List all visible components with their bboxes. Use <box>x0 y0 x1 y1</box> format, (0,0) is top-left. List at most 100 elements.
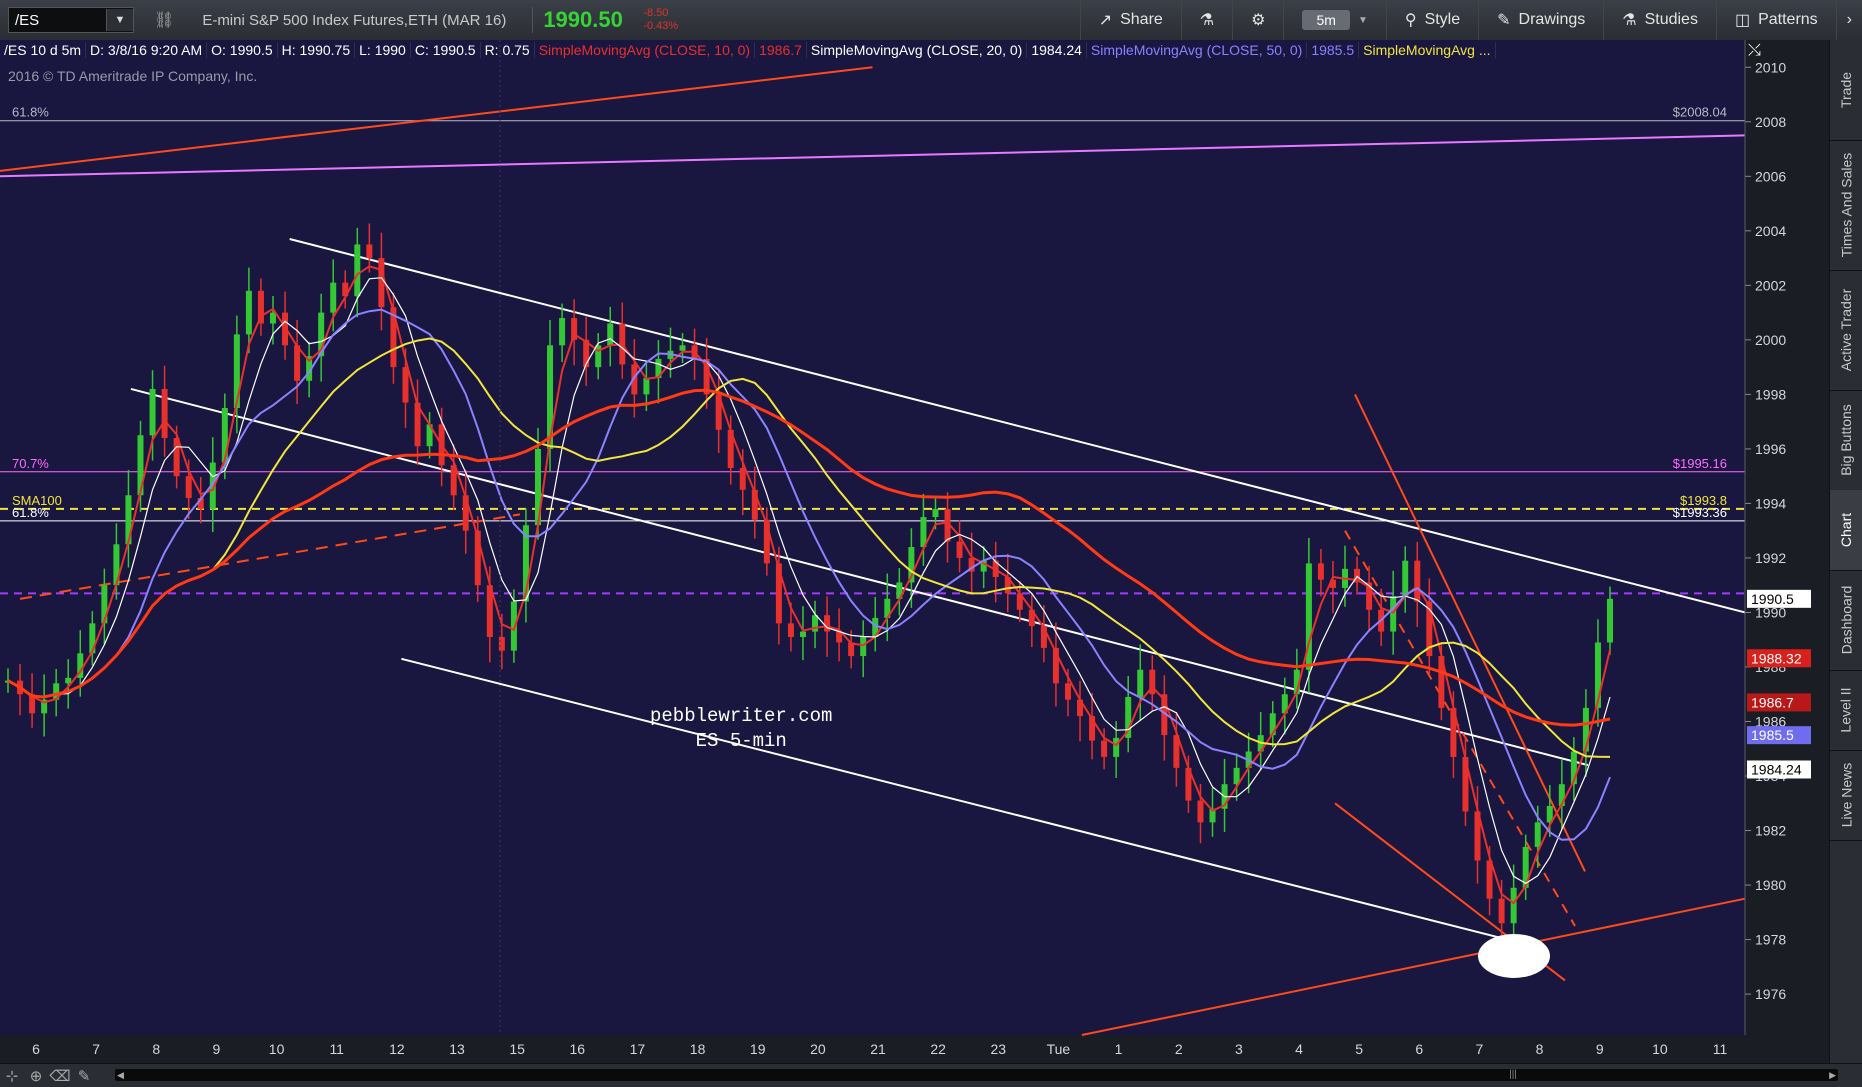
flask-icon: ⚗ <box>1199 12 1215 29</box>
level-left-label: 61.8% <box>12 105 49 120</box>
candle-body <box>294 345 301 381</box>
top-toolbar: /ES ▼ ⛓ E-mini S&P 500 Index Futures,ETH… <box>0 0 1862 41</box>
candle-body <box>1101 740 1108 757</box>
crosshair-icon[interactable]: ⤯ <box>1748 42 1761 60</box>
x-tick-label: 9 <box>1596 1041 1604 1057</box>
level-right-label: $2008.04 <box>1673 105 1727 120</box>
chevron-down-icon[interactable]: ▼ <box>106 9 133 31</box>
symbol-text[interactable]: /ES <box>9 12 106 29</box>
share-label: Share <box>1120 11 1163 28</box>
side-tab-label: Chart <box>1838 512 1855 548</box>
pencil-icon[interactable]: ✎ <box>72 1067 96 1085</box>
x-tick-label: 18 <box>690 1041 706 1057</box>
side-tab-label: Level II <box>1838 687 1855 733</box>
x-tick-label: 13 <box>449 1041 465 1057</box>
price-chart[interactable]: 61.8% $2008.0470.7% $1995.16SMA100 $1993.86… <box>0 40 1830 1063</box>
y-tick-label: 1978 <box>1755 932 1786 948</box>
zoom-icon[interactable]: ⊕ <box>24 1067 48 1085</box>
x-tick-label: 7 <box>92 1041 100 1057</box>
chart-area[interactable]: 61.8% $2008.04 70.7% $1995.16 SMA100 $1993.8 6… <box>0 40 1830 1063</box>
collapse-button[interactable]: › <box>1835 0 1862 40</box>
candle-body <box>330 282 337 313</box>
flask-button[interactable]: ⚗ <box>1180 0 1232 40</box>
y-tick-label: 2008 <box>1755 114 1786 130</box>
candle-body <box>1113 737 1120 757</box>
x-tick-label: 8 <box>152 1041 160 1057</box>
header-cell: 1985.5 <box>1307 42 1360 58</box>
side-tab-big-buttons[interactable]: Big Buttons <box>1830 390 1862 491</box>
price-label-text: 1990.5 <box>1751 591 1794 607</box>
header-cell: SimpleMovingAvg (CLOSE, 20, 0) <box>807 42 1028 58</box>
style-button[interactable]: ⚲ Style <box>1385 0 1478 40</box>
y-tick-label: 1976 <box>1755 986 1786 1002</box>
erase-icon[interactable]: ⌫ <box>48 1067 72 1085</box>
drawings-button[interactable]: ✎ Drawings <box>1478 0 1603 40</box>
chevron-down-icon: ▼ <box>1357 14 1368 26</box>
scroll-right-icon[interactable]: ▶ <box>1829 1069 1836 1081</box>
candle-body <box>1137 669 1144 697</box>
candle-body <box>1607 598 1613 643</box>
symbol-description: E-mini S&P 500 Index Futures,ETH (MAR 16… <box>202 11 507 29</box>
style-label: Style <box>1424 11 1461 28</box>
side-tab-chart[interactable]: Chart <box>1830 490 1862 571</box>
side-tab-live-news[interactable]: Live News <box>1830 750 1862 841</box>
symbol-selector[interactable]: /ES ▼ <box>8 7 134 33</box>
side-tab-times-and-sales[interactable]: Times And Sales <box>1830 140 1862 271</box>
x-tick-label: 11 <box>1713 1041 1728 1057</box>
drawing-tool-icon[interactable]: ⊹ <box>0 1067 24 1085</box>
timeframe-button[interactable]: 5m ▼ <box>1283 0 1385 40</box>
beaker-icon: ⚗ <box>1622 12 1637 29</box>
candle-body <box>378 258 385 308</box>
settings-button[interactable]: ⚙ <box>1232 0 1283 40</box>
candle-body <box>607 323 614 346</box>
side-tab-label: Live News <box>1838 762 1854 828</box>
side-tab-label: Dashboard <box>1838 585 1854 655</box>
side-tab-label: Trade <box>1838 71 1854 109</box>
x-tick-label: 2 <box>1175 1041 1183 1057</box>
candle-body <box>245 290 252 335</box>
chart-header: /ES 10 d 5m D: 3/8/16 9:20 AM O: 1990.5 H: … <box>0 40 1496 60</box>
link-icon[interactable]: ⛓ <box>154 10 174 30</box>
side-tab-dashboard[interactable]: Dashboard <box>1830 570 1862 671</box>
patterns-label: Patterns <box>1758 11 1818 28</box>
header-cell: D: 3/8/16 9:20 AM <box>86 42 208 58</box>
studies-label: Studies <box>1644 11 1698 28</box>
candle-body <box>679 345 686 351</box>
scroll-left-icon[interactable]: ◀ <box>117 1069 124 1081</box>
x-tick-label: 5 <box>1355 1041 1363 1057</box>
change-percent: -0.43% <box>643 20 679 32</box>
side-tab-level-ii[interactable]: Level II <box>1830 670 1862 751</box>
candle-body <box>932 508 939 518</box>
share-icon: ↗ <box>1098 12 1113 29</box>
chart-scrollbar[interactable]: ◀ ||| ▶ <box>115 1069 1838 1081</box>
level-right-label: $1993.36 <box>1673 505 1727 520</box>
price-label-text: 1986.7 <box>1751 694 1794 710</box>
scrollbar-thumb[interactable]: ||| <box>1505 1069 1521 1081</box>
y-tick-label: 1992 <box>1755 550 1786 566</box>
header-cell: L: 1990 <box>355 42 411 58</box>
side-tab-trade[interactable]: Trade <box>1830 40 1862 141</box>
side-tab-active-trader[interactable]: Active Trader <box>1830 270 1862 391</box>
x-tick-label: 10 <box>269 1041 285 1057</box>
x-tick-label: 17 <box>630 1041 646 1057</box>
y-tick-label: 1982 <box>1755 823 1786 839</box>
y-tick-label: 1996 <box>1755 441 1786 457</box>
side-tab-label: Times And Sales <box>1838 152 1854 258</box>
last-price: 1990.50 <box>532 7 635 33</box>
watermark: pebblewriter.com ES 5-min <box>650 704 832 754</box>
level-left-label: 61.8% <box>12 505 49 520</box>
x-tick-label: 12 <box>389 1041 405 1057</box>
y-tick-label: 2006 <box>1755 168 1786 184</box>
candle-body <box>269 312 276 324</box>
y-tick-label: 2000 <box>1755 332 1786 348</box>
candle-body <box>1390 596 1397 632</box>
x-tick-label: Tue <box>1047 1041 1071 1057</box>
y-tick-label: 2004 <box>1755 223 1786 239</box>
candle-body <box>161 388 168 438</box>
share-button[interactable]: ↗ Share <box>1079 0 1181 40</box>
drawings-label: Drawings <box>1518 11 1586 28</box>
patterns-button[interactable]: ◫ Patterns <box>1715 0 1836 40</box>
y-tick-label: 1994 <box>1755 495 1786 511</box>
x-tick-label: 6 <box>32 1041 40 1057</box>
studies-button[interactable]: ⚗ Studies <box>1603 0 1716 40</box>
